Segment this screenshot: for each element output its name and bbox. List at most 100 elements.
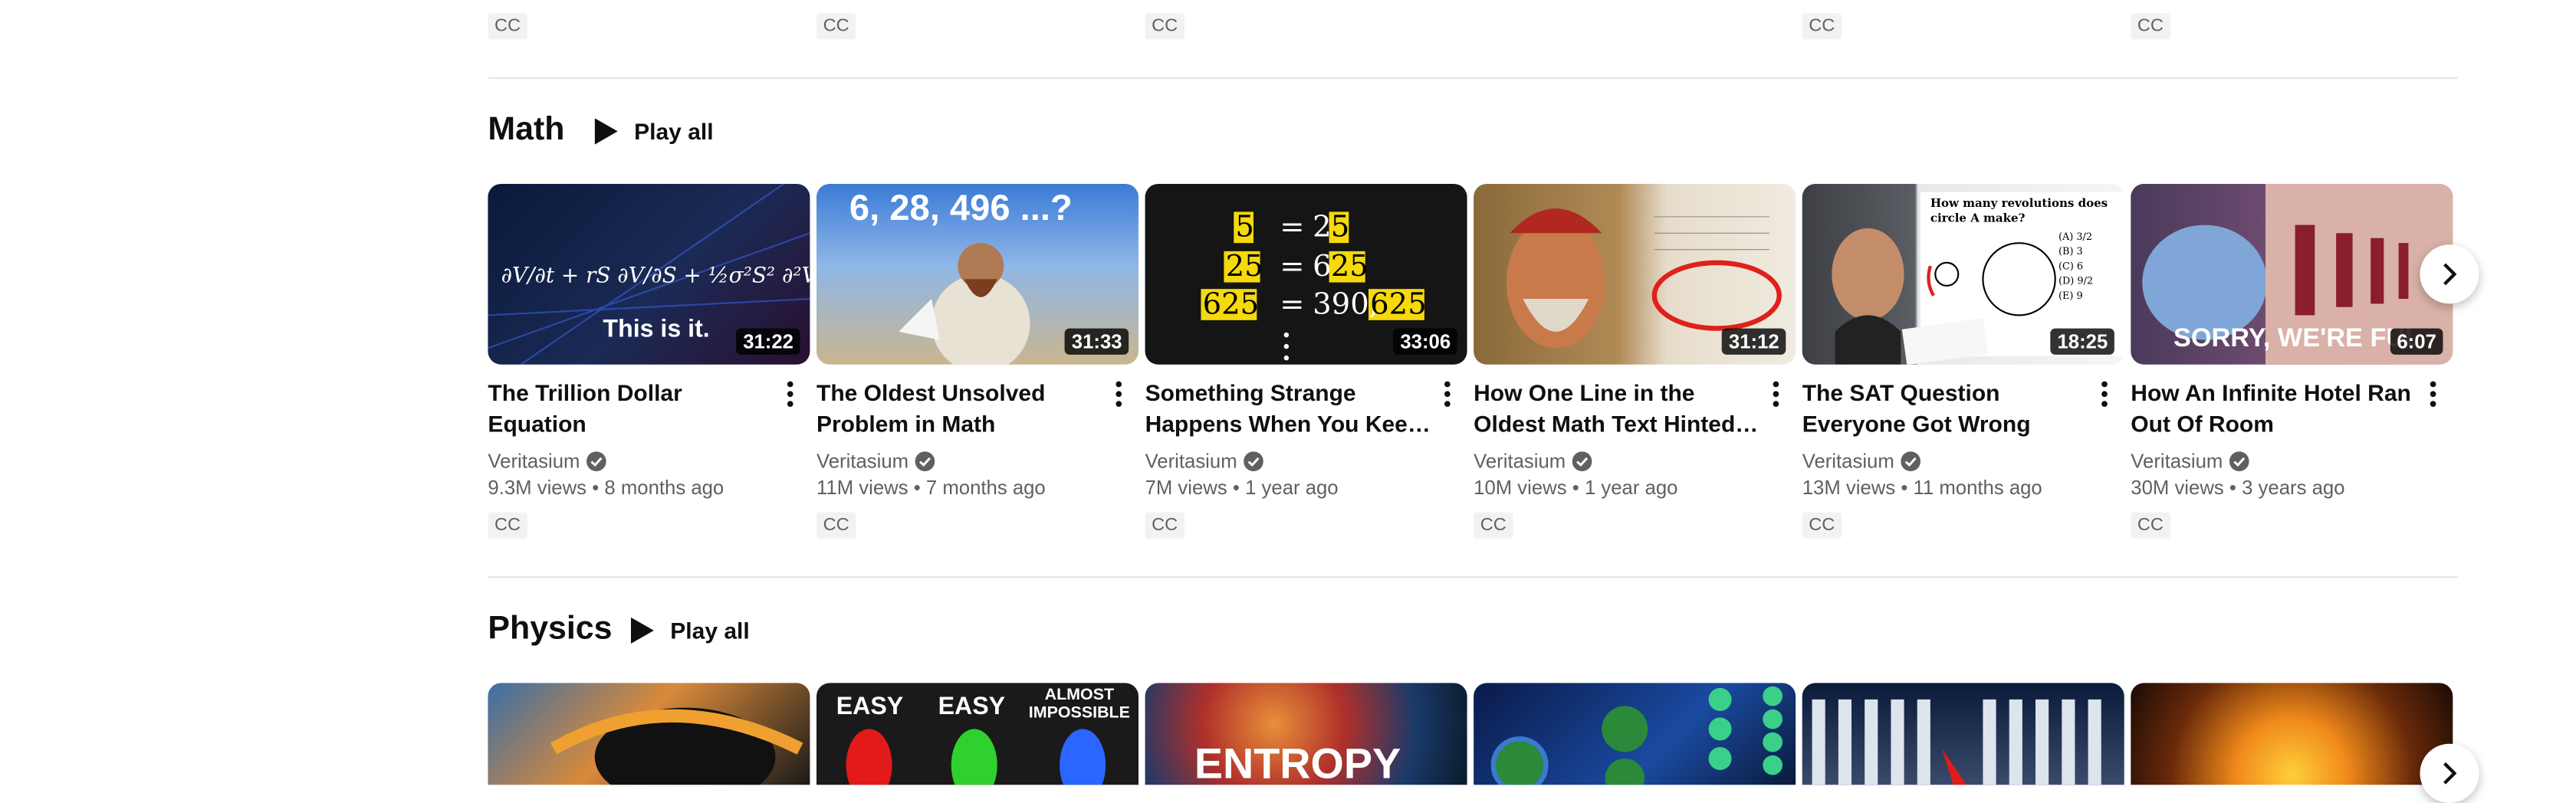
svg-text:∂V/∂t + rS ∂V/∂S + ½σ²S² ∂²V/∂: ∂V/∂t + rS ∂V/∂S + ½σ²S² ∂²V/∂S² − rV = … <box>501 263 810 288</box>
video-title[interactable]: How One Line in the Oldest Math Text Hin… <box>1474 378 1796 440</box>
channel-name[interactable]: Veritasium <box>488 450 580 473</box>
thumbnail-caption: SORRY, WE'RE FUL <box>2174 325 2422 353</box>
video-thumbnail[interactable] <box>1802 683 2124 785</box>
black-hole-graphic <box>550 707 803 785</box>
play-icon <box>594 118 618 145</box>
video-card[interactable]: 31:12 How One Line in the Oldest Math Te… <box>1474 184 1796 539</box>
meta-separator: • <box>1901 476 1908 500</box>
more-options-button[interactable] <box>2420 378 2446 411</box>
video-title[interactable]: The SAT Question Everyone Got Wrong <box>1802 378 2124 440</box>
video-title[interactable]: The Oldest Unsolved Problem in Math <box>816 378 1138 440</box>
cc-badge: CC <box>1802 512 1842 539</box>
view-count: 11M views <box>816 476 909 500</box>
svg-text:6: 6 <box>1313 249 1332 284</box>
video-card[interactable]: SORRY, WE'RE FUL 6:07 How An Infinite Ho… <box>2131 184 2453 539</box>
more-options-button[interactable] <box>777 378 803 411</box>
channel-name[interactable]: Veritasium <box>2131 450 2223 473</box>
play-all-math-button[interactable]: Play all <box>594 118 714 145</box>
svg-text:25: 25 <box>1331 249 1368 284</box>
video-card[interactable]: EASY EASY ALMOST IMPOSSIBLE <box>816 683 1138 785</box>
dominoes-graphic <box>1812 699 2101 785</box>
channel-name-row[interactable]: Veritasium <box>1802 450 2124 473</box>
channel-name-row[interactable]: Veritasium <box>2131 450 2453 473</box>
video-thumbnail[interactable]: 31:12 <box>1474 184 1796 365</box>
svg-text:(D) 9/2: (D) 9/2 <box>2058 276 2093 287</box>
channel-name[interactable]: Veritasium <box>1145 450 1237 473</box>
page-canvas: CC CC CC CC CC Math Play all ∂V/∂t + rS … <box>0 0 2576 803</box>
video-card[interactable] <box>1474 683 1796 785</box>
video-card[interactable]: 6, 28, 496 ...? 31:33 The Oldest Unsolve… <box>816 184 1138 539</box>
view-count: 7M views <box>1145 476 1227 500</box>
video-title[interactable]: The Trillion Dollar Equation <box>488 378 810 440</box>
video-thumbnail[interactable]: SORRY, WE'RE FUL 6:07 <box>2131 184 2453 365</box>
cc-badge: CC <box>1145 512 1184 539</box>
cc-badge: CC <box>1474 512 1513 539</box>
more-options-button[interactable] <box>1763 378 1789 411</box>
thumbnail-caption: ALMOST IMPOSSIBLE <box>1028 686 1130 723</box>
video-title[interactable]: How An Infinite Hotel Ran Out Of Room <box>2131 378 2453 440</box>
video-thumbnail[interactable]: (A) 3/2 (B) 3 (C) 6 (D) 9/2 (E) 9 How many … <box>1802 184 2124 365</box>
video-thumbnail[interactable]: EASY EASY ALMOST IMPOSSIBLE <box>816 683 1138 785</box>
video-thumbnail[interactable] <box>488 683 810 785</box>
video-thumbnail[interactable]: 6, 28, 496 ...? 31:33 <box>816 184 1138 365</box>
thumbnail-caption: This is it. <box>603 315 710 343</box>
video-card[interactable]: 5 25 625 = = = 25 6 25 390, 625 33:06 Somethin… <box>1145 184 1467 539</box>
duration-badge: 18:25 <box>2050 328 2114 355</box>
video-card[interactable]: ∂V/∂t + rS ∂V/∂S + ½σ²S² ∂²V/∂S² − rV = … <box>488 184 810 539</box>
video-metadata: 10M views • 1 year ago <box>1474 476 1796 499</box>
channel-name-row[interactable]: Veritasium <box>488 450 810 473</box>
duration-badge: 31:12 <box>1722 328 1786 355</box>
svg-text:625: 625 <box>1370 287 1427 321</box>
upload-age: 1 year ago <box>1245 476 1339 500</box>
video-metadata: 11M views • 7 months ago <box>816 476 1138 499</box>
more-options-button[interactable] <box>1106 378 1132 411</box>
video-metadata: 9.3M views • 8 months ago <box>488 476 810 499</box>
video-card[interactable] <box>488 683 810 785</box>
duration-badge: 31:33 <box>1065 328 1129 355</box>
video-card[interactable] <box>2131 683 2453 785</box>
previous-row: CC CC CC CC CC <box>488 13 2459 46</box>
shelf-next-button[interactable] <box>2420 743 2479 803</box>
verified-icon <box>2229 451 2249 471</box>
verified-icon <box>1901 451 1921 471</box>
more-options-button[interactable] <box>2091 378 2118 411</box>
more-options-button[interactable] <box>1434 378 1460 411</box>
video-thumbnail[interactable]: ∂V/∂t + rS ∂V/∂S + ½σ²S² ∂²V/∂S² − rV = … <box>488 184 810 365</box>
channel-name[interactable]: Veritasium <box>816 450 909 473</box>
chevron-right-icon <box>2443 762 2457 785</box>
video-thumbnail[interactable]: ENTROPY <box>1145 683 1467 785</box>
meta-separator: • <box>1572 476 1579 500</box>
view-count: 10M views <box>1474 476 1567 500</box>
duration-badge: 6:07 <box>2390 328 2443 355</box>
earths-graphic <box>1490 686 1783 785</box>
video-card[interactable]: ENTROPY <box>1145 683 1467 785</box>
view-count: 9.3M views <box>488 476 587 500</box>
chevron-right-icon <box>2443 263 2457 286</box>
channel-name[interactable]: Veritasium <box>1802 450 1894 473</box>
channel-name[interactable]: Veritasium <box>1474 450 1566 473</box>
video-thumbnail[interactable] <box>1474 683 1796 785</box>
video-card[interactable]: (A) 3/2 (B) 3 (C) 6 (D) 9/2 (E) 9 How many … <box>1802 184 2124 539</box>
section-divider <box>488 576 2458 578</box>
channel-name-row[interactable]: Veritasium <box>1474 450 1796 473</box>
video-title[interactable]: Something Strange Happens When You Keep … <box>1145 378 1467 440</box>
video-card[interactable] <box>1802 683 2124 785</box>
upload-age: 1 year ago <box>1584 476 1678 500</box>
thumbnail-caption: How many revolutions does circle A make? <box>1930 195 2108 225</box>
play-all-physics-button[interactable]: Play all <box>630 617 750 644</box>
shelf-next-button[interactable] <box>2420 244 2479 304</box>
channel-name-row[interactable]: Veritasium <box>816 450 1138 473</box>
cc-badge: CC <box>1802 13 1842 40</box>
channel-name-row[interactable]: Veritasium <box>1145 450 1467 473</box>
svg-text:(E) 9: (E) 9 <box>2058 290 2083 302</box>
video-thumbnail[interactable] <box>2131 683 2453 785</box>
upload-age: 11 months ago <box>1913 476 2042 500</box>
svg-text:=: = <box>1280 210 1304 244</box>
math-video-grid: ∂V/∂t + rS ∂V/∂S + ½σ²S² ∂²V/∂S² − rV = … <box>488 184 2453 539</box>
play-all-label: Play all <box>634 118 714 145</box>
upload-age: 8 months ago <box>604 476 724 500</box>
video-thumbnail[interactable]: 5 25 625 = = = 25 6 25 390, 625 33:06 <box>1145 184 1467 365</box>
meta-separator: • <box>2229 476 2236 500</box>
cc-badge: CC <box>816 13 856 40</box>
svg-text:390,: 390, <box>1313 287 1378 321</box>
